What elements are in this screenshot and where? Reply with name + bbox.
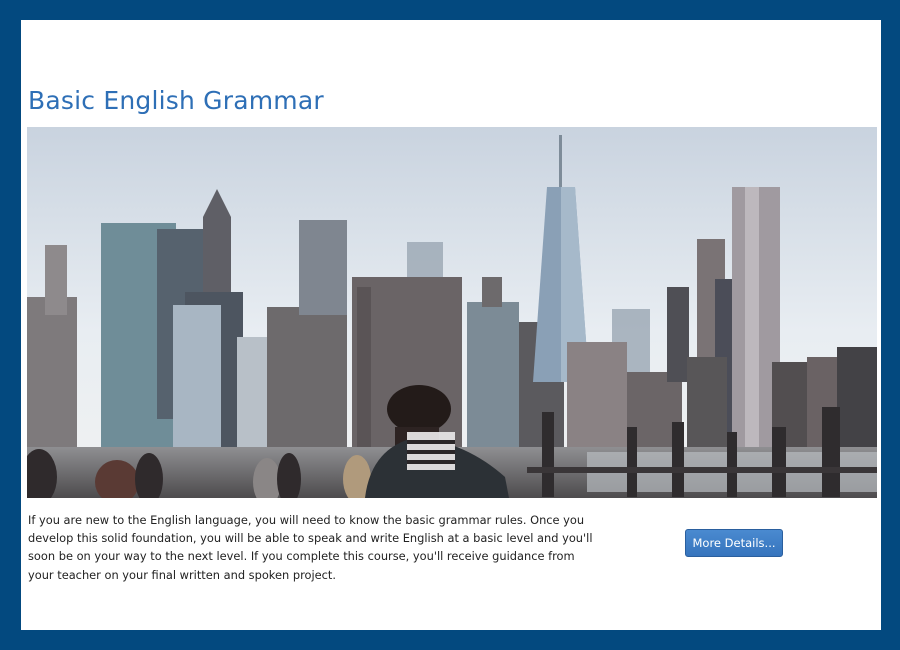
course-card: Basic English Grammar If you are new to … bbox=[21, 20, 881, 630]
course-description: If you are new to the English language, … bbox=[28, 513, 593, 582]
hero-image bbox=[27, 127, 877, 498]
course-title: Basic English Grammar bbox=[28, 86, 324, 115]
more-details-button[interactable]: More Details... bbox=[685, 529, 783, 557]
